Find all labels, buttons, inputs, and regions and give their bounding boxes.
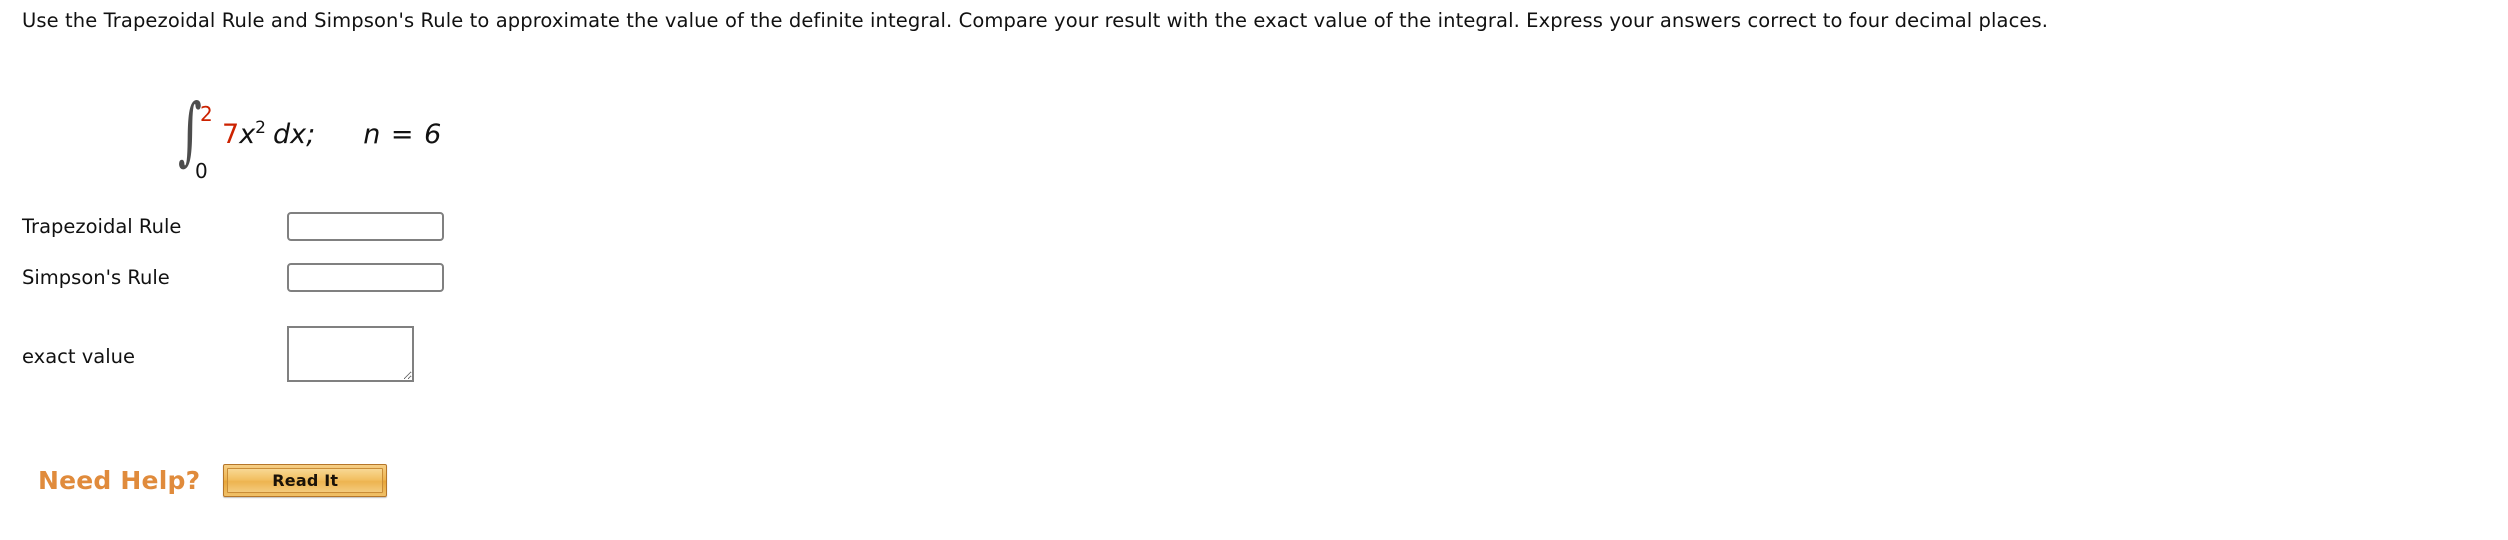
integral-lower-limit: 0 (195, 159, 208, 183)
n-value: n = 6 (363, 119, 443, 150)
integrand-coefficient: 7 (222, 119, 240, 150)
row-trapezoidal-rule: Trapezoidal Rule (22, 215, 181, 239)
label-trapezoidal-rule: Trapezoidal Rule (22, 215, 182, 238)
question-prompt: Use the Trapezoidal Rule and Simpson's R… (22, 9, 2049, 32)
row-exact-value: exact value (22, 345, 135, 369)
integral-expression: ∫ 2 0 7x2 dx; n = 6 (178, 94, 442, 186)
integrand: 7x2 dx; n = 6 (222, 120, 442, 150)
need-help-section: Need Help? Read It (38, 464, 388, 497)
integral-sign-icon: ∫ (178, 88, 202, 174)
read-it-button-label: Read It (272, 471, 339, 490)
read-it-button-inner: Read It (227, 468, 384, 493)
input-exact-value[interactable] (287, 326, 414, 382)
label-simpsons-rule: Simpson's Rule (22, 266, 170, 289)
row-simpsons-rule: Simpson's Rule (22, 266, 170, 290)
input-simpsons-rule[interactable] (287, 263, 444, 292)
label-exact-value: exact value (22, 345, 135, 368)
differential-dx: dx; (273, 119, 316, 150)
input-trapezoidal-rule[interactable] (287, 212, 444, 241)
integrand-variable: x (239, 119, 256, 150)
read-it-button[interactable]: Read It (223, 464, 388, 497)
need-help-title: Need Help? (38, 466, 201, 495)
integral-upper-limit: 2 (200, 102, 213, 126)
integrand-exponent: 2 (255, 118, 266, 138)
